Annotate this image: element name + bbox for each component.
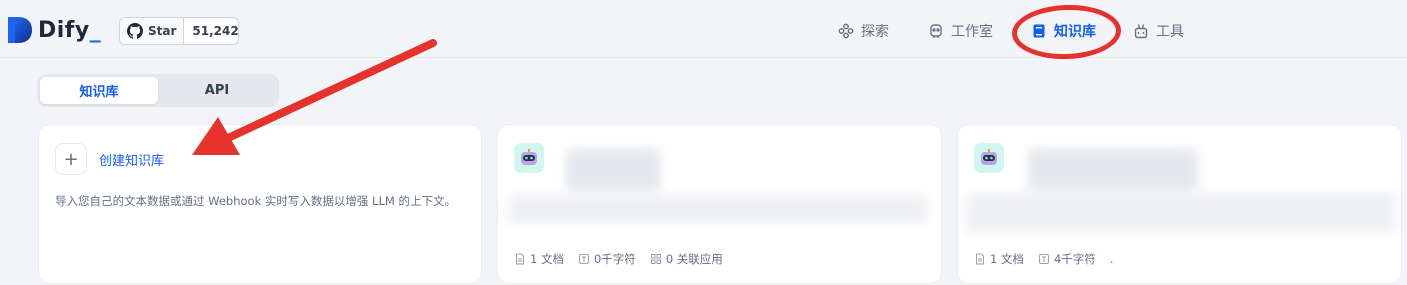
doc-count: 1 文档 [974,251,1024,267]
brand-name: Dify_ [38,17,102,43]
char-count-label: 0千字符 [593,252,636,266]
github-star-badge[interactable]: Star 51,242 [119,17,239,45]
nav-tools-label: 工具 [1156,24,1184,40]
github-star-count[interactable]: 51,242 [184,18,238,44]
blurred-description [508,195,928,223]
create-knowledge-header[interactable]: + 创建知识库 [55,143,164,175]
knowledge-tab-switcher: 知识库 API [37,74,279,107]
doc-count-label: 1 文档 [990,252,1024,266]
github-star-button[interactable]: Star [120,18,185,44]
robot-icon [974,143,1004,173]
create-knowledge-title: 创建知识库 [99,153,165,169]
char-count-label: 4千字符 [1053,252,1096,266]
plus-icon: + [55,143,87,175]
char-count: 0千字符 [578,251,636,267]
apps-icon [650,254,661,264]
text-icon [578,254,589,264]
doc-count-label: 1 文档 [530,252,564,266]
app-count-label: . [1109,252,1114,266]
tab-knowledge[interactable]: 知识库 [40,77,158,104]
knowledge-card-stats: 1 文档 4千字符 . [974,251,1113,267]
robot-icon [514,143,544,173]
dify-logo[interactable]: Dify_ [6,15,101,45]
document-icon [976,253,984,265]
text-icon [1038,254,1049,264]
document-icon [516,253,524,265]
tab-api[interactable]: API [158,77,276,104]
blurred-title [566,149,661,191]
nav-studio[interactable]: 工作室 [928,18,993,44]
tools-icon [1134,24,1148,39]
nav-explore[interactable]: 探索 [838,18,889,44]
char-count: 4千字符 [1038,251,1096,267]
top-header: Dify_ Star 51,242 探索 工作室 知识库 工具 [0,0,1407,58]
create-knowledge-card[interactable]: + 创建知识库 导入您自己的文本数据或通过 Webhook 实时写入数据以增强 … [38,124,482,284]
nav-explore-label: 探索 [861,24,889,40]
github-icon [127,23,143,39]
app-count-label: 0 关联应用 [665,252,723,266]
explore-icon [838,23,854,39]
nav-tools[interactable]: 工具 [1133,18,1184,44]
nav-studio-label: 工作室 [951,24,993,40]
knowledge-card[interactable]: 1 文档 0千字符 0 关联应用 [497,124,942,284]
blurred-title [1028,149,1198,191]
dify-logo-mark-icon [8,17,32,43]
blurred-description [966,193,1396,233]
knowledge-card-stats: 1 文档 0千字符 0 关联应用 [514,251,723,267]
doc-count: 1 文档 [514,251,564,267]
app-count: 0 关联应用 [650,251,723,267]
app-count: . [1110,251,1114,267]
knowledge-card[interactable]: 1 文档 4千字符 . [957,124,1402,284]
github-star-label: Star [148,24,177,38]
studio-icon [930,24,942,38]
create-knowledge-description: 导入您自己的文本数据或通过 Webhook 实时写入数据以增强 LLM 的上下文… [55,194,456,208]
